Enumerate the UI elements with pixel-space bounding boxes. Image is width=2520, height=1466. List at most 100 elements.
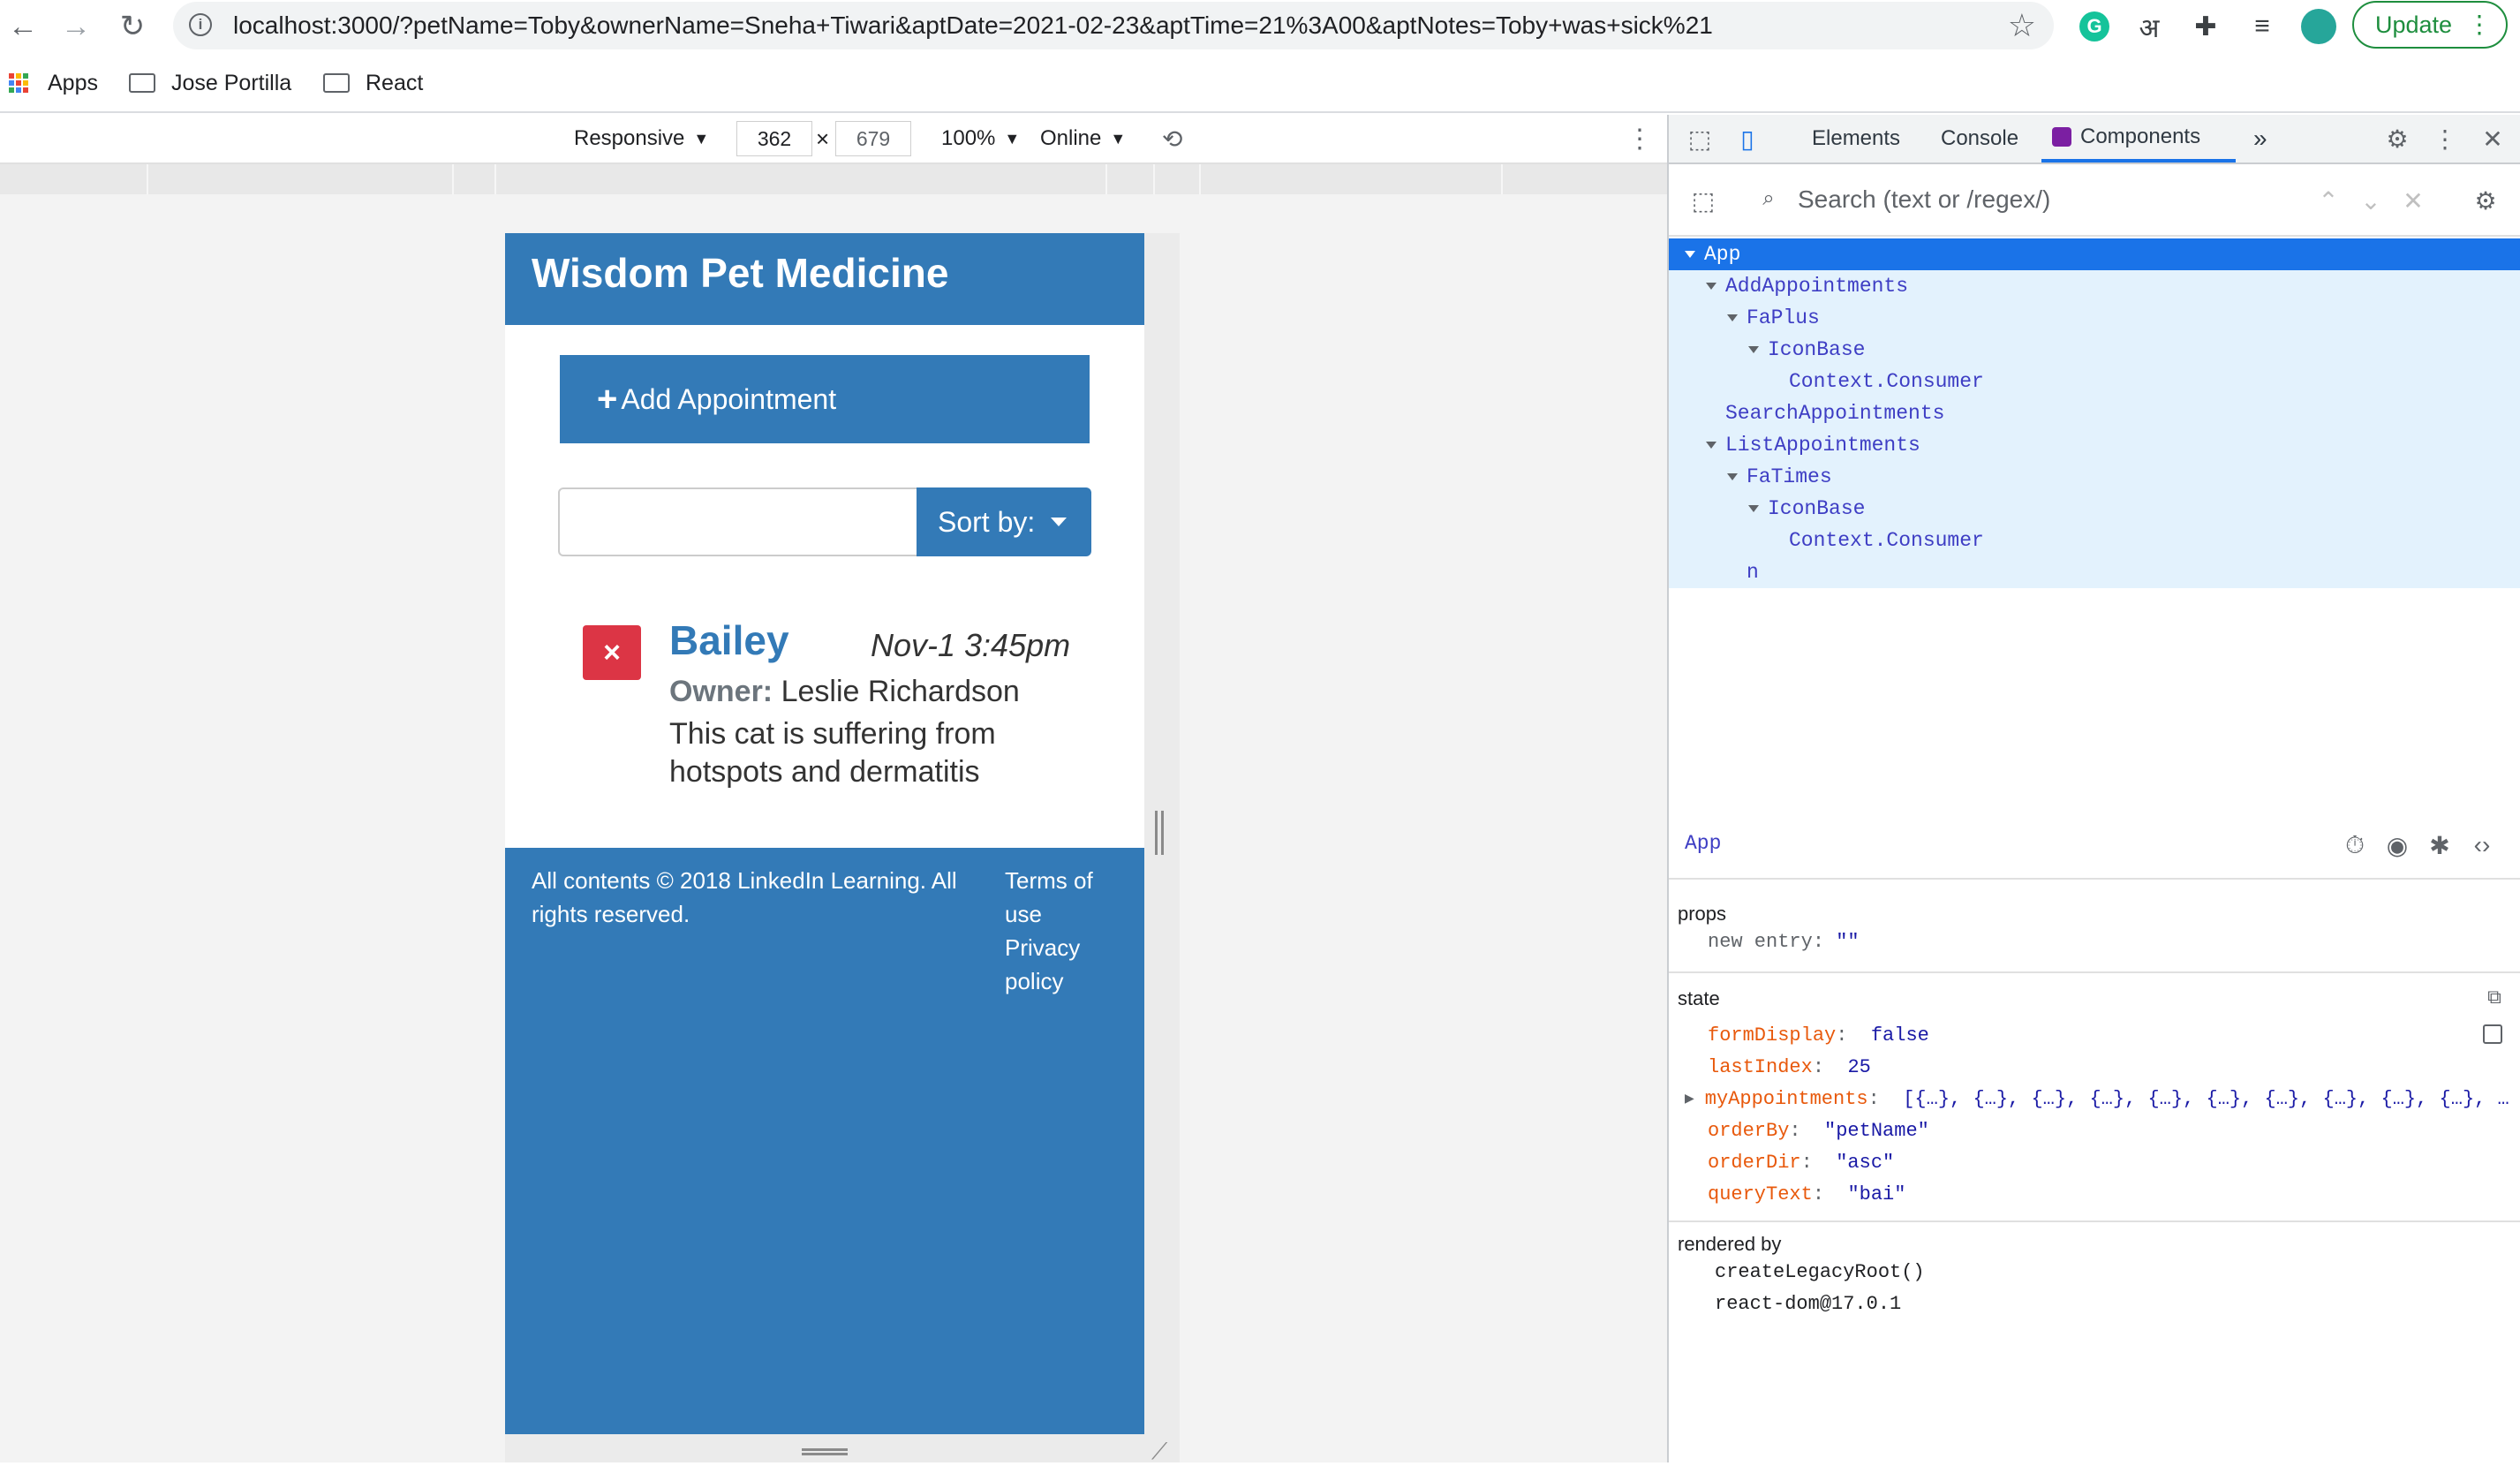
- tab-components[interactable]: Components: [2041, 115, 2236, 162]
- state-row[interactable]: orderBy: "petName": [1708, 1115, 1929, 1146]
- settings-gear-icon[interactable]: ⚙: [2382, 124, 2412, 154]
- throttle-select[interactable]: Online ▼: [1040, 124, 1126, 154]
- media-queue-icon[interactable]: ≡: [2243, 7, 2282, 46]
- tree-node-label: SearchAppointments: [1725, 402, 1945, 425]
- state-value[interactable]: 25: [1847, 1056, 1870, 1078]
- tree-node-context-consumer[interactable]: Context.Consumer: [1669, 525, 2520, 556]
- grammarly-icon[interactable]: G: [2075, 7, 2114, 46]
- bookmark-apps[interactable]: Apps: [9, 65, 98, 101]
- inspect-element-icon[interactable]: ⬚: [1685, 124, 1715, 154]
- component-search-input[interactable]: Search (text or /regex/): [1798, 185, 2050, 214]
- stopwatch-icon[interactable]: ⏱: [2340, 830, 2370, 860]
- bookmark-jose-portilla[interactable]: Jose Portilla: [129, 65, 291, 101]
- tree-node-app[interactable]: App: [1669, 238, 2520, 270]
- rendered-by-item: react-dom@17.0.1: [1715, 1293, 1902, 1315]
- tree-node-fatimes[interactable]: FaTimes: [1669, 461, 2520, 493]
- more-tabs-icon[interactable]: »: [2253, 115, 2267, 162]
- more-vert-icon[interactable]: ⋮: [2430, 124, 2460, 154]
- tree-node-iconbase[interactable]: IconBase: [1669, 334, 2520, 366]
- search-input[interactable]: [558, 487, 918, 556]
- next-result-icon[interactable]: ⌄: [2356, 185, 2386, 215]
- viewport-width-handle[interactable]: [1155, 811, 1164, 855]
- prop-value[interactable]: "": [1836, 931, 1859, 953]
- width-input[interactable]: 362: [736, 121, 812, 156]
- component-settings-icon[interactable]: ⚙: [2471, 185, 2501, 215]
- props-section-title: props: [1678, 903, 1727, 925]
- caret-down-icon: [1051, 518, 1068, 526]
- tree-node-iconbase[interactable]: IconBase: [1669, 493, 2520, 525]
- url-text[interactable]: localhost:3000/?petName=Toby&ownerName=S…: [233, 11, 1713, 40]
- owner-name[interactable]: Leslie Richardson: [781, 675, 1020, 708]
- state-value[interactable]: [{…}, {…}, {…}, {…}, {…}, {…}, {…}, {…},…: [1903, 1088, 2509, 1110]
- tab-console[interactable]: Console: [1941, 115, 2018, 162]
- state-value[interactable]: "asc": [1836, 1152, 1894, 1174]
- state-row[interactable]: ▶ myAppointments: [{…}, {…}, {…}, {…}, {…: [1685, 1083, 2509, 1115]
- dropdown-arrow-icon: ▼: [1110, 129, 1127, 147]
- tree-node-label: n: [1747, 561, 1759, 584]
- tree-node-faplus[interactable]: FaPlus: [1669, 302, 2520, 334]
- height-input[interactable]: 679: [835, 121, 911, 156]
- sort-by-button[interactable]: Sort by:: [917, 487, 1091, 556]
- delete-appointment-button[interactable]: ×: [583, 625, 641, 680]
- state-value[interactable]: "petName": [1824, 1120, 1929, 1142]
- tree-node-context-consumer[interactable]: Context.Consumer: [1669, 366, 2520, 397]
- privacy-link[interactable]: Privacy policy: [1005, 931, 1111, 998]
- state-value[interactable]: "bai": [1847, 1183, 1905, 1205]
- tree-node-searchappointments[interactable]: SearchAppointments: [1669, 397, 2520, 429]
- select-component-icon[interactable]: ⬚: [1688, 185, 1718, 215]
- caret-right-icon[interactable]: ▶: [1685, 1092, 1694, 1107]
- component-search-row: ⬚ ⌕ Search (text or /regex/) ⌃ ⌄ ✕ ⚙: [1669, 164, 2520, 237]
- clear-search-icon[interactable]: ✕: [2398, 185, 2428, 215]
- state-key: lastIndex: [1708, 1055, 1813, 1078]
- pet-name[interactable]: Bailey: [669, 616, 789, 664]
- add-appointment-label: Add Appointment: [621, 382, 837, 415]
- state-key: formDisplay: [1708, 1024, 1837, 1047]
- bookmark-react[interactable]: React: [323, 65, 423, 101]
- tree-node-listappointments[interactable]: ListAppointments: [1669, 429, 2520, 461]
- caret-down-icon: [1748, 505, 1759, 512]
- forward-icon[interactable]: →: [57, 7, 95, 46]
- viewport-height-handle[interactable]: [802, 1448, 848, 1455]
- tab-elements[interactable]: Elements: [1812, 115, 1900, 162]
- state-row[interactable]: orderDir: "asc": [1708, 1146, 1894, 1178]
- extensions-puzzle-icon[interactable]: ✚: [2186, 7, 2225, 46]
- hindi-input-icon[interactable]: अ: [2130, 7, 2169, 46]
- back-icon[interactable]: ←: [4, 7, 42, 46]
- address-bar[interactable]: i localhost:3000/?petName=Toby&ownerName…: [173, 2, 2054, 49]
- state-checkbox[interactable]: [2483, 1024, 2502, 1044]
- close-icon[interactable]: ✕: [2478, 124, 2508, 154]
- device-toggle-icon[interactable]: ▯: [1732, 124, 1762, 154]
- bookmark-star-icon[interactable]: ☆: [2008, 7, 2036, 44]
- network-label: Online: [1040, 126, 1102, 150]
- reload-icon[interactable]: ↻: [113, 7, 152, 46]
- state-row[interactable]: formDisplay: false: [1708, 1019, 1929, 1051]
- profile-avatar-icon[interactable]: [2299, 7, 2338, 46]
- more-options-icon[interactable]: ⋮: [1626, 124, 1653, 154]
- media-query-bar[interactable]: [0, 164, 1667, 194]
- tree-node-addappointments[interactable]: AddAppointments: [1669, 270, 2520, 302]
- copy-icon[interactable]: ⧉: [2479, 982, 2509, 1012]
- times-icon: ×: [816, 125, 830, 152]
- add-appointment-button[interactable]: + Add Appointment: [560, 355, 1090, 443]
- zoom-select[interactable]: 100% ▼: [941, 124, 1020, 154]
- eye-icon[interactable]: ◉: [2382, 830, 2412, 860]
- update-button[interactable]: Update ⋮: [2352, 1, 2508, 49]
- caret-down-icon: [1706, 283, 1716, 290]
- prop-row[interactable]: new entry: "": [1708, 926, 1860, 957]
- prev-result-icon[interactable]: ⌃: [2313, 185, 2343, 215]
- site-info-icon[interactable]: i: [189, 13, 212, 36]
- rotate-icon[interactable]: ⟲: [1162, 124, 1182, 154]
- state-value[interactable]: false: [1871, 1024, 1929, 1047]
- appointment-notes[interactable]: This cat is suffering from hotspots and …: [669, 715, 1040, 791]
- tree-node-n[interactable]: n: [1669, 556, 2520, 588]
- state-row[interactable]: lastIndex: 25: [1708, 1051, 1871, 1083]
- bookmarks-bar: Apps Jose Portilla React: [0, 55, 2520, 113]
- folder-icon: [129, 73, 155, 93]
- terms-link[interactable]: Terms of use: [1005, 864, 1111, 931]
- view-source-icon[interactable]: ‹›: [2467, 830, 2497, 860]
- app-header: Wisdom Pet Medicine: [505, 233, 1144, 325]
- viewport-corner-handle[interactable]: ⟋: [1151, 1438, 1167, 1466]
- bug-icon[interactable]: ✱: [2425, 830, 2455, 860]
- device-select[interactable]: Responsive ▼: [574, 124, 709, 154]
- state-row[interactable]: queryText: "bai": [1708, 1178, 1905, 1210]
